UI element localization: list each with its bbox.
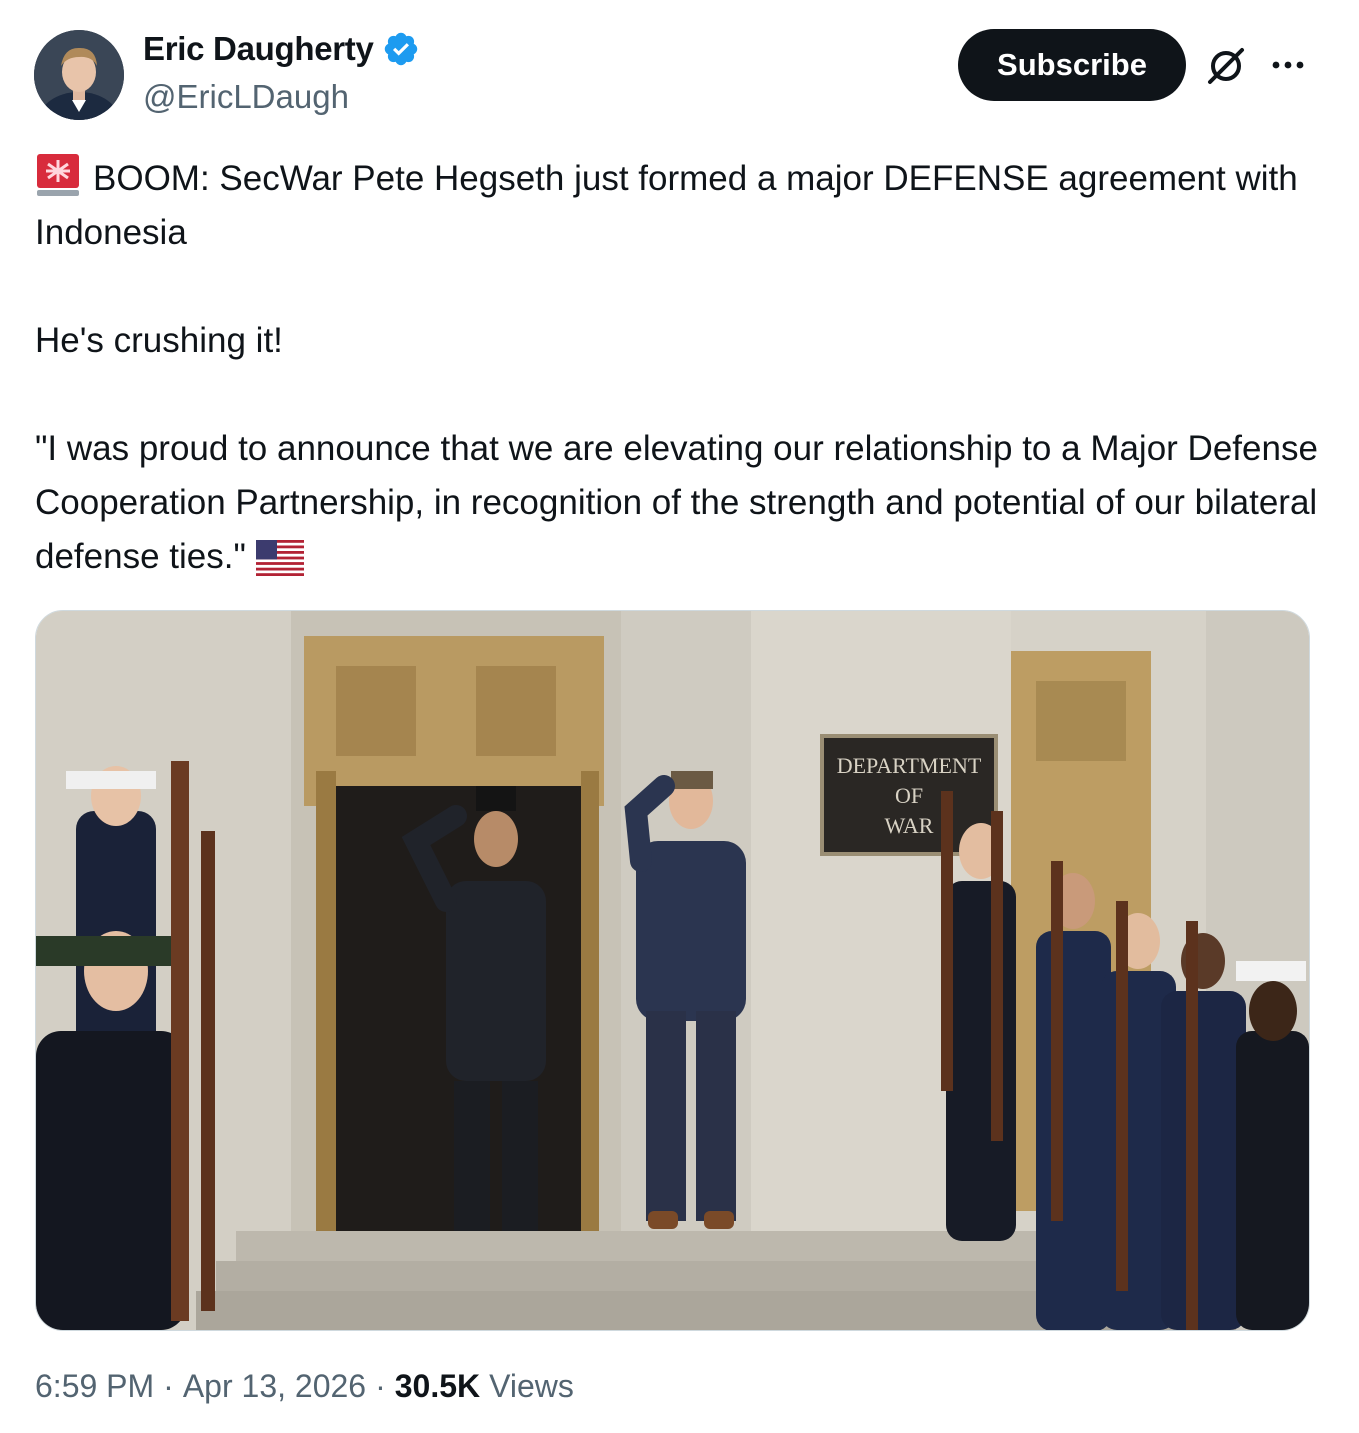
avatar[interactable] <box>34 30 124 120</box>
tweet-line-1: BOOM: SecWar Pete Hegseth just formed a … <box>35 152 1325 260</box>
tweet-media[interactable]: DEPARTMENT OF WAR <box>35 610 1310 1331</box>
meta-separator: · <box>375 1368 386 1404</box>
verified-badge-icon <box>384 32 417 66</box>
meta-separator: · <box>163 1368 174 1404</box>
tweet-line-2: He's crushing it! <box>35 321 283 360</box>
more-icon[interactable] <box>1268 52 1308 78</box>
sign-line-1: DEPARTMENT <box>837 753 982 778</box>
tweet-text: BOOM: SecWar Pete Hegseth just formed a … <box>35 152 1325 584</box>
avatar-image <box>34 30 124 120</box>
tweet-time[interactable]: 6:59 PM <box>35 1368 154 1405</box>
views-label[interactable]: Views <box>489 1368 574 1405</box>
views-count[interactable]: 30.5K <box>395 1368 480 1405</box>
tweet-line-3-text: "I was proud to announce that we are ele… <box>35 429 1318 576</box>
media-photo: DEPARTMENT OF WAR <box>36 611 1309 1330</box>
us-flag-emoji <box>255 540 304 576</box>
grok-icon[interactable] <box>1204 44 1248 88</box>
sign-line-3: WAR <box>885 813 934 838</box>
author-display-name[interactable]: Eric Daugherty <box>143 30 374 68</box>
author-name-row[interactable]: Eric Daugherty <box>143 30 420 68</box>
tweet-date[interactable]: Apr 13, 2026 <box>183 1368 366 1405</box>
rotating-light-emoji <box>37 154 79 196</box>
author-handle[interactable]: @EricLDaugh <box>143 78 349 116</box>
tweet-line-1-text: BOOM: SecWar Pete Hegseth just formed a … <box>35 159 1298 252</box>
sign-line-2: OF <box>895 783 923 808</box>
tweet-meta: 6:59 PM · Apr 13, 2026 · 30.5K Views <box>35 1368 574 1405</box>
tweet-line-3: "I was proud to announce that we are ele… <box>35 422 1325 584</box>
subscribe-button[interactable]: Subscribe <box>958 29 1186 101</box>
